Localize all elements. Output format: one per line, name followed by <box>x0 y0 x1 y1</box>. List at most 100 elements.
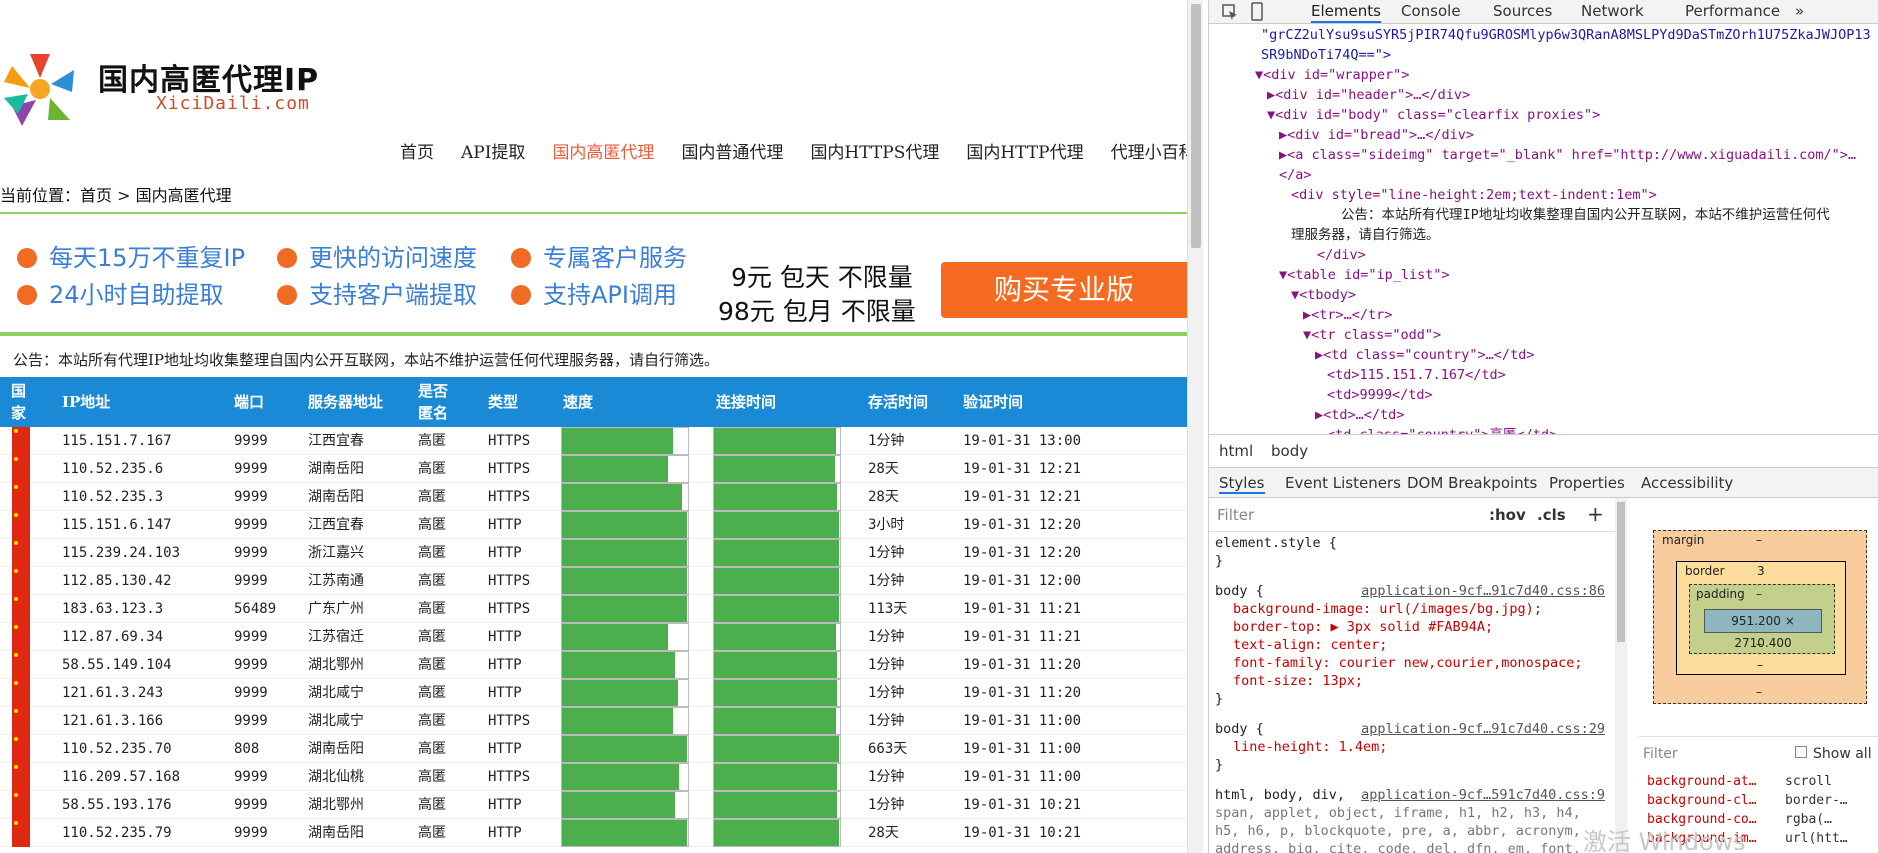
tab-console[interactable]: Console <box>1401 2 1461 20</box>
style-rule-selector[interactable]: body { <box>1215 582 1264 601</box>
stylesheet-source-link[interactable]: application-9cf…91c7d40.css:86 <box>1361 582 1605 601</box>
page-scrollbar[interactable] <box>1187 0 1203 853</box>
add-rule-button[interactable]: + <box>1587 502 1604 526</box>
cell-time: 19-01-31 12:20 <box>963 545 1082 561</box>
dom-node-line[interactable]: ▶<a class="sideimg" target="_blank" href… <box>1279 145 1856 165</box>
dom-node-line[interactable]: ▼<tr class="odd"> <box>1303 325 1441 345</box>
dom-node-line[interactable]: 公告：本站所有代理IP地址均收集整理自国内公开互联网，本站不维护运营任何代 <box>1341 205 1830 225</box>
col-verify[interactable]: 验证时间 <box>963 377 1023 427</box>
style-declaration[interactable]: font-family: courier new,courier,monospa… <box>1233 654 1583 673</box>
style-declaration[interactable]: text-align: center; <box>1233 636 1387 655</box>
speed-bar-fill <box>562 792 676 818</box>
col-server[interactable]: 服务器地址 <box>308 377 383 427</box>
crumb-body[interactable]: body <box>1271 442 1308 460</box>
col-alive[interactable]: 存活时间 <box>868 377 928 427</box>
style-declaration[interactable]: span, applet, object, iframe, h1, h2, h3… <box>1215 804 1581 823</box>
computed-prop-name[interactable]: background-at… <box>1647 772 1757 792</box>
col-conn[interactable]: 连接时间 <box>716 377 776 427</box>
tab-sources[interactable]: Sources <box>1493 2 1552 20</box>
computed-filter-input[interactable]: Filter <box>1643 746 1678 762</box>
crumb-html[interactable]: html <box>1219 442 1253 460</box>
dom-node-line[interactable]: 理服务器，请自行筛选。 <box>1291 225 1440 245</box>
col-speed[interactable]: 速度 <box>563 377 593 427</box>
dom-node-line[interactable]: ▶<div id="bread">…</div> <box>1279 125 1474 145</box>
dom-node-line[interactable]: ▼<tbody> <box>1291 285 1356 305</box>
device-toolbar-icon[interactable] <box>1249 2 1265 22</box>
cell-loc: 湖南岳阳 <box>308 741 364 757</box>
cell-anon: 高匿 <box>418 461 446 477</box>
style-rule-selector[interactable]: element.style { <box>1215 534 1337 553</box>
scrollbar-thumb[interactable] <box>1191 4 1201 248</box>
subtab-dom-breakpoints[interactable]: DOM Breakpoints <box>1407 474 1537 492</box>
show-all-checkbox[interactable] <box>1795 746 1807 758</box>
styles-filter-input[interactable]: Filter <box>1217 506 1254 524</box>
cell-time: 19-01-31 12:20 <box>963 517 1082 533</box>
style-declaration[interactable]: background-image: url(/images/bg.jpg); <box>1233 600 1542 619</box>
nav-high-anon[interactable]: 国内高匿代理 <box>552 138 654 163</box>
dom-node-line[interactable]: <td class="country">高匿</td> <box>1327 425 1557 434</box>
dom-node-line[interactable]: </div> <box>1317 245 1366 265</box>
nav-home[interactable]: 首页 <box>400 138 434 163</box>
nav-api[interactable]: API提取 <box>461 138 525 163</box>
subtab-event-listeners[interactable]: Event Listeners <box>1285 474 1401 492</box>
price-monthly: 98元 包月 不限量 <box>718 297 916 326</box>
dom-node-line[interactable]: ▶<td>…</td> <box>1315 405 1404 425</box>
col-ip[interactable]: IP地址 <box>62 377 110 427</box>
dom-node-line[interactable]: <td>115.151.7.167</td> <box>1327 365 1506 385</box>
computed-prop-name[interactable]: background-cl… <box>1647 791 1757 811</box>
scrollbar-thumb[interactable] <box>1617 502 1625 642</box>
speed-bar-fill <box>562 484 682 510</box>
cn-flag-icon <box>12 679 30 707</box>
site-logo-icon[interactable] <box>0 48 80 130</box>
cls-button[interactable]: .cls <box>1537 506 1566 524</box>
style-declaration[interactable]: border-top: ▶ 3px solid #FAB94A; <box>1233 618 1493 637</box>
computed-prop-value: border-… <box>1785 793 1848 808</box>
box-content[interactable]: 951.200 × 2710.400 <box>1704 609 1822 650</box>
stylesheet-source-link[interactable]: application-9cf…91c7d40.css:29 <box>1361 720 1605 739</box>
style-rule-selector[interactable]: body { <box>1215 720 1264 739</box>
style-declaration[interactable]: address, big, cite, code, del, dfn, em, … <box>1215 840 1581 853</box>
style-rule-selector[interactable]: } <box>1215 756 1223 775</box>
dom-node-line[interactable]: "grCZ2ulYsu9suSYR5jPIR74Qfu9GROSMlyp6w3Q… <box>1261 25 1871 45</box>
nav-normal[interactable]: 国内普通代理 <box>681 138 783 163</box>
stylesheet-source-link[interactable]: application-9cf…591c7d40.css:9 <box>1361 786 1605 805</box>
dom-node-line[interactable]: <div style="line-height:2em;text-indent:… <box>1291 185 1657 205</box>
dom-node-line[interactable]: ▼<table id="ip_list"> <box>1279 265 1450 285</box>
tab-network[interactable]: Network <box>1581 2 1644 20</box>
cell-loc: 江苏南通 <box>308 573 364 589</box>
dom-node-line[interactable]: ▼<div id="body" class="clearfix proxies"… <box>1267 105 1600 125</box>
col-anon[interactable]: 是否匿名 <box>418 377 454 427</box>
col-type[interactable]: 类型 <box>488 377 518 427</box>
tab-performance[interactable]: Performance <box>1685 2 1780 20</box>
dom-node-line[interactable]: <td>9999</td> <box>1327 385 1433 405</box>
subtab-properties[interactable]: Properties <box>1549 474 1625 492</box>
nav-https[interactable]: 国内HTTPS代理 <box>810 138 939 163</box>
dom-node-line[interactable]: ▶<td class="country">…</td> <box>1315 345 1534 365</box>
tab-elements[interactable]: Elements <box>1311 2 1381 23</box>
nav-wiki[interactable]: 代理小百科 <box>1111 138 1187 163</box>
styles-scrollbar[interactable] <box>1615 498 1627 853</box>
dom-node-line[interactable]: SR9bNDoTi74Q=="> <box>1261 45 1391 65</box>
cell-type: HTTPS <box>488 433 531 449</box>
col-port[interactable]: 端口 <box>234 377 264 427</box>
subtab-styles[interactable]: Styles <box>1219 474 1265 494</box>
style-declaration[interactable]: font-size: 13px; <box>1233 672 1363 691</box>
buy-pro-button[interactable]: 购买专业版 <box>941 262 1187 318</box>
inspect-icon[interactable] <box>1221 3 1239 21</box>
style-rule-selector[interactable]: html, body, div, <box>1215 786 1345 805</box>
hov-button[interactable]: :hov <box>1489 506 1526 524</box>
style-declaration[interactable]: h5, h6, p, blockquote, pre, a, abbr, acr… <box>1215 822 1581 841</box>
cell-time: 19-01-31 11:00 <box>963 741 1082 757</box>
style-declaration[interactable]: line-height: 1.4em; <box>1233 738 1387 757</box>
dom-node-line[interactable]: ▶<div id="header">…</div> <box>1267 85 1470 105</box>
dom-node-line[interactable]: ▼<div id="wrapper"> <box>1255 65 1409 85</box>
dom-node-line[interactable]: </a> <box>1279 165 1312 185</box>
style-rule-selector[interactable]: } <box>1215 552 1223 571</box>
subtab-accessibility[interactable]: Accessibility <box>1641 474 1733 492</box>
more-tabs-button[interactable]: » <box>1795 2 1804 20</box>
nav-http[interactable]: 国内HTTP代理 <box>966 138 1083 163</box>
dom-node-line[interactable]: ▶<tr>…</tr> <box>1303 305 1392 325</box>
cell-time: 19-01-31 12:21 <box>963 461 1082 477</box>
cell-anon: 高匿 <box>418 517 446 533</box>
style-rule-selector[interactable]: } <box>1215 690 1223 709</box>
